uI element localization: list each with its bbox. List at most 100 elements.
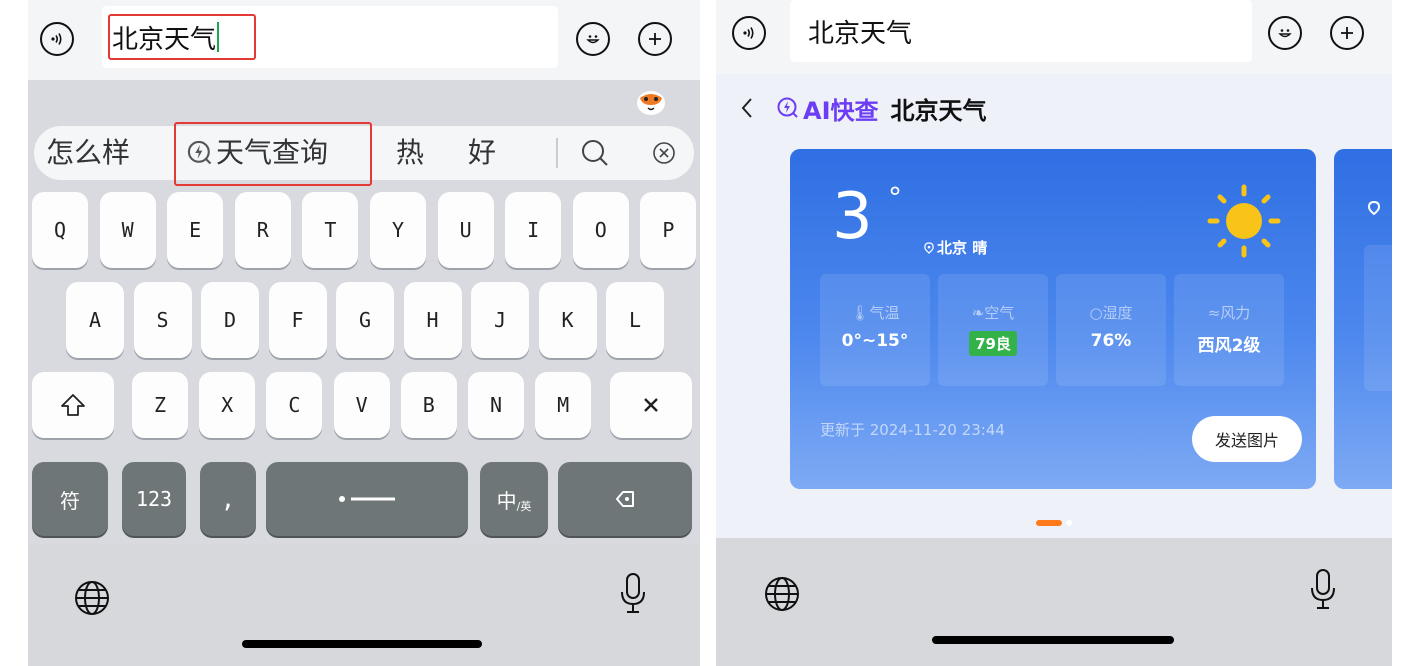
- system-bottom-bar-right: [716, 538, 1392, 666]
- weather-card[interactable]: 3 ° 北京 晴 🌡︎气温 0°~15° ❧空气 79良 ○湿度 76% ≈风力…: [790, 149, 1316, 489]
- stat-wind: ≈风力 西风2级: [1174, 274, 1284, 386]
- stat-humidity: ○湿度 76%: [1056, 274, 1166, 386]
- numbers-key[interactable]: 123: [122, 462, 186, 536]
- key-g[interactable]: G: [336, 282, 394, 358]
- home-indicator[interactable]: [932, 636, 1174, 644]
- key-o[interactable]: O: [572, 192, 629, 268]
- plus-icon: [649, 33, 661, 45]
- globe-icon[interactable]: [72, 578, 112, 618]
- comma-key[interactable]: ,: [200, 462, 256, 536]
- weather-result-screen: 北京天气 AI快查 北京天气 3 ° 北京 晴 🌡︎气温 0°~15° ❧空气 …: [716, 0, 1392, 666]
- emoji-button[interactable]: [576, 22, 610, 56]
- updated-time: 更新于 2024-11-20 23:44: [820, 421, 1005, 439]
- key-c[interactable]: C: [266, 372, 323, 438]
- shift-key[interactable]: [32, 372, 114, 438]
- key-v[interactable]: V: [333, 372, 390, 438]
- stat-temperature-value: 0°~15°: [841, 331, 909, 351]
- system-bottom-bar: [28, 544, 700, 666]
- location-pin-icon: [1368, 201, 1380, 215]
- keyboard: 怎么样 天气查询 热 好 QWERTYUIOP A S D F G H J K …: [28, 80, 700, 544]
- key-r[interactable]: R: [234, 192, 291, 268]
- key-e[interactable]: E: [167, 192, 224, 268]
- close-candidates-icon[interactable]: [652, 141, 676, 165]
- key-h[interactable]: H: [403, 282, 462, 358]
- language-switch-key[interactable]: 中/英: [480, 462, 548, 536]
- key-t[interactable]: T: [302, 192, 359, 268]
- clear-x-icon: [644, 398, 658, 412]
- backspace-icon: [616, 491, 634, 507]
- current-temperature: 3: [832, 180, 873, 254]
- key-k[interactable]: K: [538, 282, 597, 358]
- stat-humidity-value: 76%: [1090, 331, 1132, 351]
- key-m[interactable]: M: [535, 372, 592, 438]
- candidate-3[interactable]: 热: [396, 134, 424, 172]
- key-x[interactable]: X: [199, 372, 256, 438]
- keyboard-mascot-icon[interactable]: [634, 86, 668, 116]
- key-l[interactable]: L: [606, 282, 664, 358]
- back-chevron-icon[interactable]: [740, 97, 754, 119]
- space-key[interactable]: [266, 462, 468, 536]
- microphone-icon[interactable]: [618, 572, 648, 616]
- lang-main-label: 中: [496, 488, 517, 513]
- voice-wave-icon: [51, 33, 62, 45]
- key-p[interactable]: P: [640, 192, 697, 268]
- key-b[interactable]: B: [400, 372, 457, 438]
- stat-wind-label-text: 风力: [1220, 304, 1251, 322]
- add-button[interactable]: [638, 22, 672, 56]
- home-indicator[interactable]: [242, 640, 482, 648]
- key-w[interactable]: W: [99, 192, 156, 268]
- key-u[interactable]: U: [437, 192, 494, 268]
- stat-humidity-label: ○湿度: [1056, 302, 1166, 323]
- location-text: 北京 晴: [937, 239, 988, 257]
- degree-symbol: °: [888, 181, 902, 214]
- key-q[interactable]: Q: [32, 192, 88, 268]
- space-icon: [339, 496, 395, 502]
- voice-wave-button[interactable]: [40, 22, 74, 56]
- key-j[interactable]: J: [471, 282, 529, 358]
- key-y[interactable]: Y: [370, 192, 426, 268]
- globe-icon[interactable]: [762, 574, 802, 614]
- keyboard-screen: 北京天气 怎么样 天气查询 热 好 Q W E R T Y U I O P A …: [28, 0, 700, 666]
- symbol-key[interactable]: 符: [32, 462, 108, 536]
- add-button-right[interactable]: [1330, 16, 1364, 50]
- ai-lightning-icon: [777, 97, 798, 118]
- candidate-4[interactable]: 好: [468, 134, 496, 172]
- next-card-stat-panel: [1364, 245, 1392, 391]
- send-image-button[interactable]: 发送图片: [1192, 416, 1302, 462]
- backspace-key[interactable]: [558, 462, 692, 536]
- emoji-icon: [586, 35, 600, 44]
- input-bar: 北京天气: [28, 0, 700, 80]
- search-icon[interactable]: [580, 138, 610, 168]
- ai-quick-label: AI快查: [776, 91, 879, 126]
- key-n[interactable]: N: [468, 372, 524, 438]
- candidate-highlight-box: [174, 122, 372, 186]
- key-s[interactable]: S: [133, 282, 192, 358]
- search-input-right[interactable]: 北京天气: [790, 0, 1252, 62]
- result-header: AI快查 北京天气: [740, 88, 987, 128]
- carousel-dot: [1066, 520, 1072, 526]
- stat-wind-label: ≈风力: [1174, 302, 1284, 323]
- delete-x-key[interactable]: [610, 372, 692, 438]
- microphone-icon[interactable]: [1308, 568, 1338, 612]
- lang-sub-label: /英: [516, 500, 532, 513]
- key-a[interactable]: A: [66, 282, 124, 358]
- page-title: 北京天气: [890, 96, 987, 125]
- stat-air-label: ❧空气: [938, 302, 1048, 323]
- droplet-icon: ○: [1089, 304, 1103, 322]
- stat-temperature-label-text: 气温: [869, 304, 900, 322]
- key-d[interactable]: D: [201, 282, 259, 358]
- wind-icon: ≈: [1207, 304, 1221, 322]
- next-weather-card[interactable]: [1334, 149, 1392, 489]
- key-z[interactable]: Z: [132, 372, 188, 438]
- candidate-1[interactable]: 怎么样: [46, 134, 130, 172]
- emoji-button-right[interactable]: [1268, 16, 1302, 50]
- input-highlight-box: [108, 14, 256, 60]
- key-i[interactable]: I: [505, 192, 562, 268]
- stat-wind-value: 西风2级: [1197, 336, 1261, 356]
- location-line: 北京 晴: [924, 237, 987, 258]
- voice-wave-button-right[interactable]: [732, 16, 766, 50]
- stat-humidity-label-text: 湿度: [1102, 304, 1133, 322]
- key-f[interactable]: F: [268, 282, 327, 358]
- stat-temperature: 🌡︎气温 0°~15°: [820, 274, 930, 386]
- search-text-right: 北京天气: [808, 18, 913, 49]
